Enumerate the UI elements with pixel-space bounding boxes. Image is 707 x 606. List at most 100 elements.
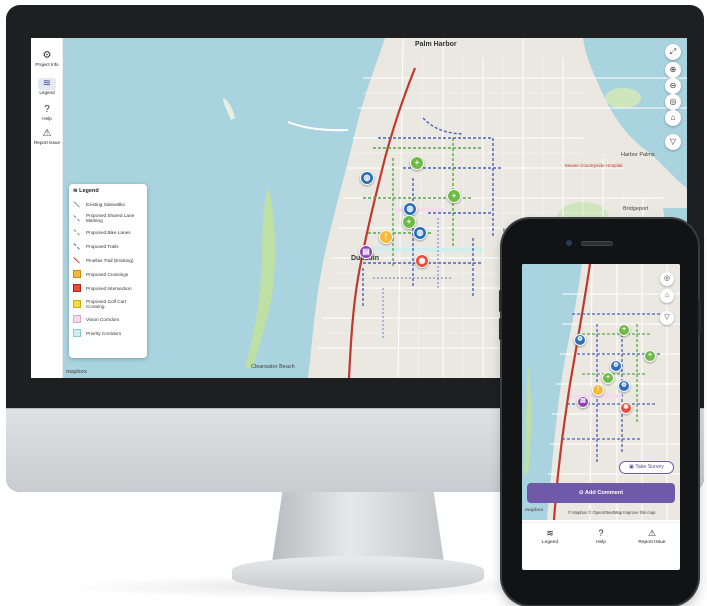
legend-label: Proposed Crossings — [86, 271, 129, 277]
plus-pin-icon[interactable]: + — [602, 372, 614, 384]
sidebar-item-project-info[interactable]: ⚙ Project Info — [31, 50, 63, 76]
legend-swatch — [73, 299, 81, 308]
layers-icon: ≋ — [38, 78, 56, 90]
sidebar-item-label: Report Issue — [33, 140, 61, 145]
mockup-scene: ⚙ Project Info ≋ Legend ? Help ⚠ Report … — [0, 0, 707, 606]
legend-swatch — [73, 252, 85, 264]
building-pin-icon[interactable]: ▤ — [577, 396, 589, 408]
home-icon[interactable]: ⌂ — [665, 110, 681, 126]
bike-pin-icon[interactable]: ◍ — [360, 171, 374, 185]
sidebar: ⚙ Project Info ≋ Legend ? Help ⚠ Report … — [31, 38, 63, 378]
legend-swatch — [73, 224, 85, 236]
legend-swatch — [73, 210, 85, 222]
monitor-stand-neck — [272, 492, 444, 562]
phone-volume-button — [499, 318, 502, 340]
warning-icon: ⚠ — [647, 528, 657, 538]
building-pin-icon[interactable]: ▤ — [359, 245, 373, 259]
filter-icon[interactable]: ▽ — [660, 311, 674, 325]
phone-power-button — [698, 300, 701, 334]
legend-label: Priority Corridors — [86, 330, 122, 336]
bike-pin-icon[interactable]: ◍ — [618, 380, 630, 392]
legend-swatch — [73, 238, 85, 250]
legend-item: Proposed Intersection — [73, 281, 143, 295]
bike-pin-icon[interactable]: ◍ — [574, 334, 586, 346]
compass-icon[interactable]: ◎ — [665, 94, 681, 110]
filter-icon[interactable]: ▽ — [665, 134, 681, 150]
nav-item-report-issue[interactable]: ⚠ Report Issue — [627, 527, 677, 547]
legend-label: Pinellas Trail (Existing) — [86, 257, 134, 263]
legend-title: ≋ Legend — [73, 188, 99, 194]
nav-item-label: Help — [596, 540, 606, 545]
bike-pin-icon[interactable]: ◍ — [413, 226, 427, 240]
phone-speaker — [581, 241, 613, 246]
bike-pin-icon[interactable]: ◍ — [610, 360, 622, 372]
legend-panel: ≋ Legend Existing Sidewalks Proposed Sha… — [69, 184, 147, 358]
place-label-harbor-palms: Harbor Palms — [621, 152, 655, 158]
zoom-in-icon[interactable]: ⊕ — [665, 62, 681, 78]
take-survey-button[interactable]: ▣ Take Survey — [619, 461, 674, 474]
legend-item: Proposed Bike Lanes — [73, 224, 143, 239]
legend-label: Proposed Golf Cart Crossing — [86, 298, 127, 309]
legend-swatch — [73, 196, 85, 208]
nav-item-legend[interactable]: ≋ Legend — [525, 527, 575, 547]
sidebar-item-report-issue[interactable]: ⚠ Report Issue — [31, 128, 63, 154]
pedestrian-pin-icon[interactable]: ! — [379, 230, 393, 244]
plus-pin-icon[interactable]: + — [618, 324, 630, 336]
help-icon: ? — [598, 528, 604, 538]
sidebar-item-label: Legend — [39, 90, 55, 95]
mobile-screen: ◍ + + ◍ + ◍ ! ▤ ◉ ◎ ⌂ ▽ ▣ Take Survey ⊙ … — [522, 264, 680, 570]
pedestrian-pin-icon[interactable]: ! — [592, 384, 604, 396]
sidebar-item-legend[interactable]: ≋ Legend — [31, 78, 63, 104]
legend-label: Proposed Bike Lanes — [86, 229, 131, 235]
mobile-map-canvas[interactable]: ◍ + + ◍ + ◍ ! ▤ ◉ ◎ ⌂ ▽ ▣ Take Survey ⊙ … — [522, 264, 680, 520]
zoom-out-icon[interactable]: ⊖ — [665, 78, 681, 94]
legend-item: Priority Corridors — [73, 326, 143, 340]
plus-pin-icon[interactable]: + — [410, 156, 424, 170]
legend-swatch — [73, 270, 81, 278]
place-label-bridgeport: Bridgeport — [623, 206, 649, 212]
legend-item: Proposed Shared Lane Marking — [73, 210, 143, 225]
place-label-hospital: Mease Countryside Hospital — [565, 163, 623, 168]
place-label-palm-harbor: Palm Harbor — [415, 41, 457, 48]
bike-pin-icon[interactable]: ◍ — [403, 202, 417, 216]
plus-pin-icon[interactable]: + — [644, 350, 656, 362]
legend-swatch — [73, 315, 81, 323]
phone-volume-button — [499, 290, 502, 312]
legend-label: Proposed Shared Lane Marking — [86, 213, 135, 223]
map-attribution[interactable]: © Mapbox © OpenStreetMap Improve this ma… — [568, 510, 655, 515]
mapbox-logo: mapbox — [525, 508, 544, 513]
legend-label: Vision Corridors — [86, 316, 120, 322]
project-info-icon: ⚙ — [42, 50, 52, 61]
legend-item: Proposed Trails — [73, 238, 143, 253]
legend-item: Proposed Golf Cart Crossing — [73, 295, 143, 312]
take-survey-label: Take Survey — [635, 464, 664, 470]
phone-camera — [566, 240, 572, 246]
sidebar-item-help[interactable]: ? Help — [31, 104, 63, 130]
add-comment-label: Add Comment — [584, 490, 624, 496]
place-label-clearwater-beach: Clearwater Beach — [251, 364, 295, 370]
nav-item-label: Legend — [541, 540, 558, 545]
mapbox-logo: mapbox — [66, 369, 88, 375]
legend-item: Pinellas Trail (Existing) — [73, 252, 143, 267]
help-icon: ? — [44, 104, 50, 115]
warning-icon: ⚠ — [42, 128, 52, 139]
nav-item-help[interactable]: ? Help — [576, 527, 626, 547]
fullscreen-icon[interactable]: ⤢ — [665, 44, 681, 60]
intersection-pin-icon[interactable]: ◉ — [415, 254, 429, 268]
mobile-bottom-nav: ≋ Legend ? Help ⚠ Report Issue — [522, 522, 680, 556]
intersection-pin-icon[interactable]: ◉ — [620, 402, 632, 414]
layers-icon: ≋ — [546, 528, 554, 538]
legend-swatch — [73, 284, 81, 292]
monitor-stand-base — [232, 556, 484, 592]
legend-item: Vision Corridors — [73, 312, 143, 326]
add-comment-button[interactable]: ⊙ Add Comment — [527, 483, 675, 503]
plus-pin-icon[interactable]: + — [447, 189, 461, 203]
nav-item-label: Report Issue — [638, 540, 666, 545]
sidebar-item-label: Project Info — [35, 62, 59, 67]
legend-item: Proposed Crossings — [73, 267, 143, 281]
legend-label: Proposed Intersection — [86, 285, 132, 291]
compass-icon[interactable]: ◎ — [660, 272, 674, 286]
legend-label: Existing Sidewalks — [86, 201, 125, 207]
plus-pin-icon[interactable]: + — [402, 215, 416, 229]
home-icon[interactable]: ⌂ — [660, 289, 674, 303]
